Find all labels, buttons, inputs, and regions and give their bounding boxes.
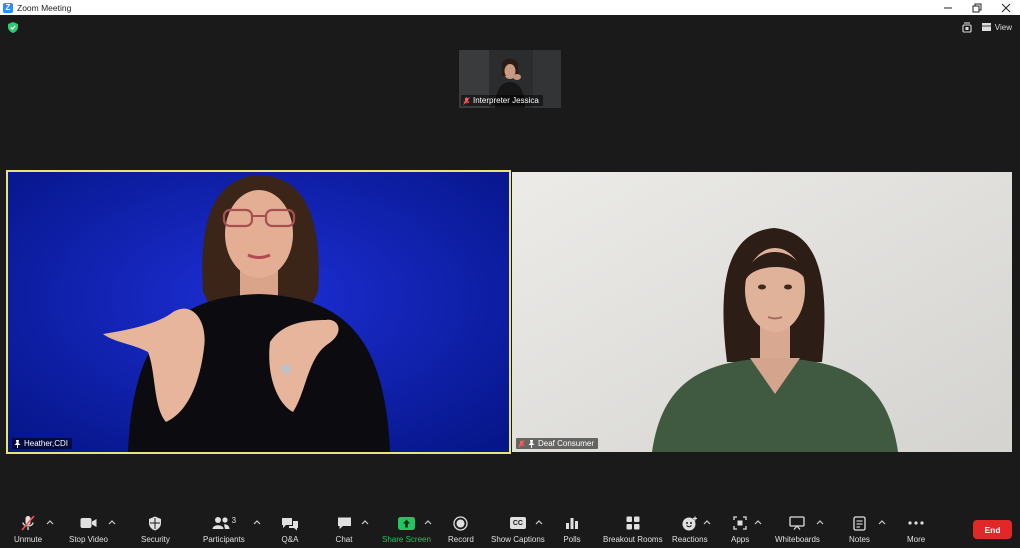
chat-label: Chat [335,535,353,544]
chat-button[interactable]: Chat [335,514,353,544]
chat-bubble-icon [337,517,351,529]
more-dots-icon [908,521,924,525]
unmute-label: Unmute [14,535,43,544]
end-meeting-button[interactable]: End [973,520,1012,539]
zoom-logo-icon: Z [3,2,13,13]
record-label: Record [448,535,474,544]
participant-name: Heather,CDI [24,439,69,448]
breakout-rooms-label: Breakout Rooms [603,535,663,544]
share-screen-arrow-icon [397,516,415,530]
participants-button[interactable]: 3 Participants [203,514,245,545]
notes-icon [853,515,866,531]
video-tile-deaf-consumer[interactable]: Deaf Consumer [512,172,1012,452]
minimize-button[interactable] [933,0,962,15]
whiteboards-options-chevron-icon[interactable] [816,519,824,525]
stop-video-button[interactable]: Stop Video [69,514,108,544]
whiteboards-button[interactable]: Whiteboards [775,514,820,544]
share-screen-label: Share Screen [382,535,431,544]
participants-count: 3 [231,515,237,525]
bar-chart-icon [566,518,578,529]
participant-name-tag: Deaf Consumer [516,438,599,449]
muted-mic-icon [463,96,470,105]
heather-video [8,172,509,452]
apps-icon [733,516,747,530]
reactions-options-chevron-icon[interactable] [703,519,711,525]
deaf-consumer-video [512,172,1012,452]
captions-options-chevron-icon[interactable] [535,519,543,525]
participant-name: Interpreter Jessica [473,96,539,105]
apps-button[interactable]: Apps [731,514,749,544]
record-button[interactable]: Record [448,514,474,544]
minimize-icon [943,7,952,8]
qa-icon [282,517,298,530]
emoji-reaction-icon [682,516,697,530]
security-button[interactable]: Security [141,514,170,544]
pin-icon [14,439,21,448]
window-controls [933,0,1020,15]
participant-name: Deaf Consumer [538,439,595,448]
whiteboard-icon [789,516,806,530]
participants-label: Participants [203,535,245,544]
window-title: Zoom Meeting [17,2,72,13]
participants-icon [212,517,230,529]
video-camera-icon [80,518,97,528]
qa-label: Q&A [281,535,299,544]
close-icon [1001,3,1010,12]
apps-options-chevron-icon[interactable] [754,519,762,525]
record-icon [453,515,469,531]
share-options-chevron-icon[interactable] [424,519,432,525]
pin-icon [528,439,535,448]
close-window-button[interactable] [991,0,1020,15]
more-label: More [907,535,926,544]
video-tile-heather[interactable]: Heather,CDI [6,170,511,454]
stop-video-label: Stop Video [69,535,108,544]
unmute-button[interactable]: Unmute [14,514,42,544]
video-tile-interpreter[interactable]: Interpreter Jessica [459,50,561,108]
reactions-label: Reactions [672,535,708,544]
audio-options-chevron-icon[interactable] [46,519,54,525]
window-titlebar: Z Zoom Meeting [0,0,1020,15]
qa-button[interactable]: Q&A [281,514,299,544]
meeting-toolbar: Unmute Stop Video Security 3 Participant… [0,510,1020,548]
participants-options-chevron-icon[interactable] [253,519,261,525]
shield-icon [149,516,162,530]
topbar-right: View [962,21,1012,33]
muted-mic-icon [518,439,525,448]
notes-button[interactable]: Notes [849,514,870,544]
restore-button[interactable] [962,0,991,15]
notes-options-chevron-icon[interactable] [878,519,886,525]
apps-label: Apps [731,535,750,544]
more-button[interactable]: More [907,514,925,544]
restore-icon [972,3,981,12]
participant-name-tag: Interpreter Jessica [461,95,543,106]
whiteboards-label: Whiteboards [775,535,820,544]
video-options-chevron-icon[interactable] [108,519,116,525]
breakout-rooms-grid-icon [626,516,640,530]
muted-microphone-icon [21,515,35,531]
view-button[interactable]: View [981,22,1012,32]
notes-label: Notes [849,535,870,544]
immersive-view-icon[interactable] [962,21,972,33]
polls-label: Polls [563,535,581,544]
polls-button[interactable]: Polls [563,514,581,544]
breakout-rooms-button[interactable]: Breakout Rooms [603,514,663,544]
participant-name-tag: Heather,CDI [12,438,73,449]
closed-captions-icon: CC [509,517,526,529]
security-label: Security [141,535,170,544]
grid-view-icon [981,23,991,31]
view-label: View [994,22,1012,32]
chat-options-chevron-icon[interactable] [361,519,369,525]
encryption-shield-icon[interactable] [8,22,18,33]
show-captions-label: Show Captions [491,535,545,544]
